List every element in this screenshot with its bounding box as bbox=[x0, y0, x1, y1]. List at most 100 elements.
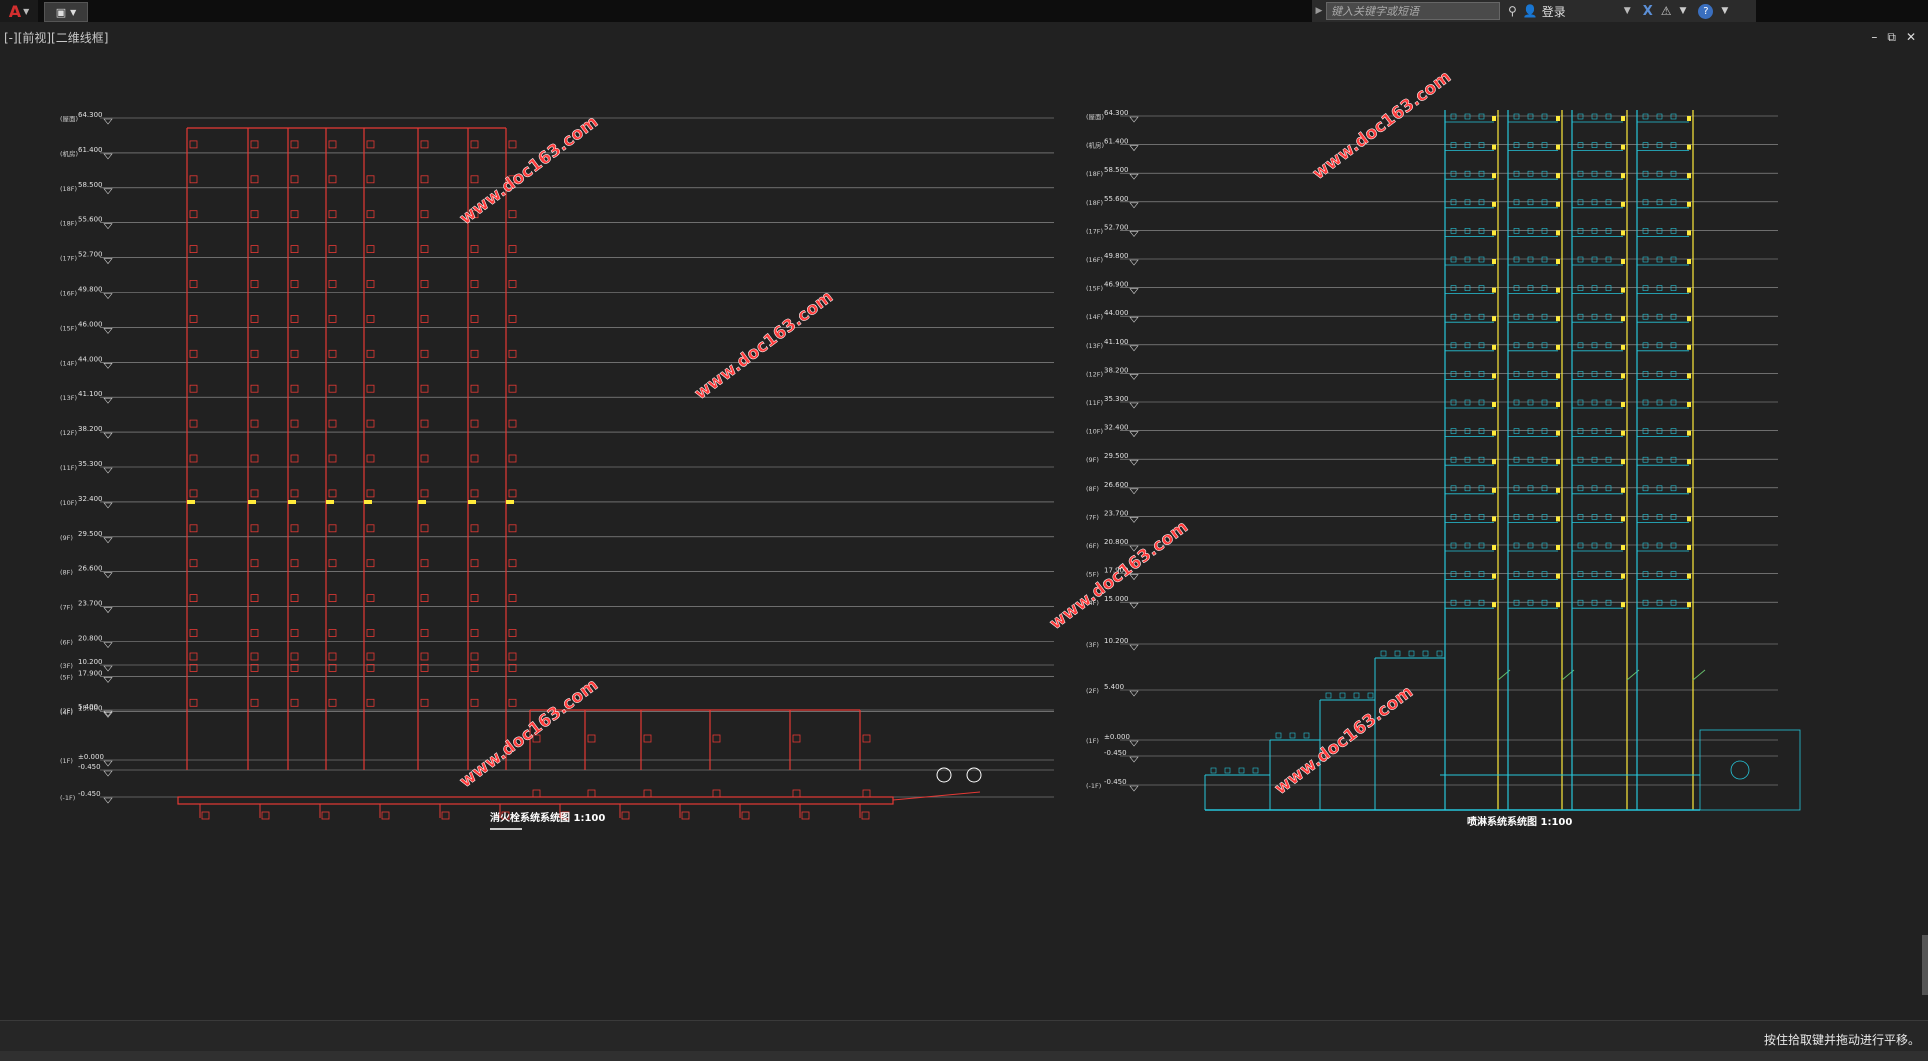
sprinkler-head-icon bbox=[1422, 650, 1429, 657]
flow-switch-icon bbox=[1621, 602, 1625, 608]
sprinkler-head-icon bbox=[1527, 313, 1534, 320]
hydrant-cabinet-icon bbox=[470, 698, 479, 707]
sprinkler-floor-label: (18F) bbox=[1086, 199, 1103, 207]
flow-switch-icon bbox=[1556, 373, 1560, 379]
sprinkler-head-icon bbox=[1478, 113, 1485, 120]
hydrant-cabinet-icon bbox=[366, 210, 375, 219]
sprinkler-head-icon bbox=[1577, 514, 1584, 520]
hydrant-level-marker bbox=[103, 467, 113, 474]
sprinkler-level-marker bbox=[1129, 785, 1139, 792]
flow-switch-icon bbox=[1556, 516, 1560, 522]
hydrant-cabinet-icon bbox=[328, 629, 337, 637]
sprinkler-head-icon bbox=[1450, 514, 1457, 520]
hydrant-cabinet-icon bbox=[366, 140, 375, 149]
sprinkler-head-icon bbox=[1642, 142, 1649, 148]
sprinkler-head-icon bbox=[1670, 571, 1677, 577]
hydrant-elevation-label: 35.300 bbox=[78, 460, 103, 468]
flow-switch-icon bbox=[1556, 602, 1560, 608]
hydrant-floor-label: (13F) bbox=[60, 394, 77, 402]
flow-switch-icon bbox=[1556, 116, 1560, 121]
sprinkler-head-icon bbox=[1394, 650, 1401, 657]
hydrant-cabinet-icon bbox=[508, 419, 517, 428]
sprinkler-level-marker bbox=[1129, 602, 1139, 609]
exchange-apps-icon[interactable]: X bbox=[1643, 4, 1653, 19]
hydrant-cabinet-icon bbox=[420, 489, 429, 498]
hydrant-elevation-label: 61.400 bbox=[78, 146, 103, 154]
status-message: 按住拾取键并拖动进行平移。 bbox=[1763, 1033, 1920, 1047]
hydrant-cabinet-icon bbox=[290, 349, 299, 358]
sprinkler-head-icon bbox=[1527, 456, 1534, 463]
search-input[interactable] bbox=[1326, 2, 1500, 20]
hydrant-level-marker bbox=[103, 760, 113, 767]
sprinkler-head-icon bbox=[1656, 170, 1663, 177]
hydrant-cabinet-icon bbox=[250, 594, 259, 602]
sprinkler-head-icon bbox=[1591, 199, 1598, 206]
hydrant-cabinet-icon bbox=[508, 140, 517, 149]
flow-switch-icon bbox=[1556, 487, 1560, 493]
hydrant-cabinet-icon bbox=[250, 652, 259, 661]
hydrant-cabinet-icon bbox=[587, 734, 596, 743]
hydrant-cabinet-icon bbox=[261, 811, 270, 820]
expand-arrow-icon[interactable]: ▶ bbox=[1312, 6, 1326, 16]
flow-switch-icon bbox=[1687, 116, 1691, 121]
hydrant-floor-label: (12F) bbox=[60, 429, 77, 437]
hydrant-cabinet-icon bbox=[420, 652, 429, 661]
sprinkler-head-icon bbox=[1642, 599, 1649, 606]
hydrant-elevation-label: 55.600 bbox=[78, 216, 103, 224]
chevron-down-icon[interactable]: ▼ bbox=[1721, 6, 1728, 16]
hydrant-inlet-pipe bbox=[892, 791, 981, 801]
hydrant-elevation-label: 46.000 bbox=[78, 320, 103, 328]
hydrant-elevation-label: 23.700 bbox=[78, 600, 103, 608]
hydrant-cabinet-icon bbox=[328, 280, 337, 288]
login-button[interactable]: 👤 登录 bbox=[1523, 3, 1566, 20]
hydrant-elevation-label: 38.200 bbox=[78, 425, 103, 433]
hydrant-cabinet-icon bbox=[801, 811, 810, 820]
chevron-down-icon[interactable]: ▼ bbox=[1624, 6, 1631, 16]
sprinkler-head-icon bbox=[1605, 514, 1612, 520]
hydrant-cabinet-icon bbox=[328, 349, 337, 358]
flow-switch-icon bbox=[1492, 487, 1496, 493]
hydrant-cabinet-icon bbox=[189, 524, 198, 533]
help-icon[interactable]: ? bbox=[1698, 3, 1714, 19]
sprinkler-head-icon bbox=[1541, 113, 1548, 120]
sprinkler-head-icon bbox=[1541, 256, 1548, 263]
sprinkler-head-icon bbox=[1577, 456, 1584, 463]
sprinkler-elevation-label: 5.400 bbox=[1104, 683, 1124, 691]
stay-connected-icon[interactable]: ⚠ bbox=[1661, 4, 1672, 18]
sprinkler-head-icon bbox=[1605, 228, 1612, 234]
sprinkler-head-icon bbox=[1478, 313, 1485, 320]
binoculars-search-icon[interactable]: ⚲ bbox=[1508, 4, 1517, 18]
sprinkler-head-icon bbox=[1210, 767, 1217, 774]
flow-switch-icon bbox=[1492, 573, 1496, 579]
application-menu-button[interactable]: A ▼ bbox=[0, 0, 38, 22]
sprinkler-head-icon bbox=[1670, 485, 1677, 492]
hydrant-cabinet-icon bbox=[290, 210, 299, 219]
hydrant-cabinet-icon bbox=[290, 280, 299, 288]
vertical-scrollbar[interactable] bbox=[1922, 935, 1928, 995]
sprinkler-head-icon bbox=[1605, 256, 1612, 263]
hydrant-cabinet-icon bbox=[290, 664, 299, 672]
sprinkler-level-marker bbox=[1129, 116, 1139, 123]
sprinkler-head-icon bbox=[1591, 313, 1598, 320]
sprinkler-head-icon bbox=[1527, 485, 1534, 492]
hydrant-floor-label: (14F) bbox=[60, 359, 77, 367]
sprinkler-level-marker bbox=[1129, 231, 1139, 237]
hydrant-cabinet-icon bbox=[366, 698, 375, 707]
hydrant-cabinet-icon bbox=[420, 664, 429, 672]
hydrant-cabinet-icon bbox=[250, 140, 259, 149]
sprinkler-head-icon bbox=[1478, 170, 1485, 177]
flow-switch-icon bbox=[1687, 459, 1691, 465]
hydrant-elevation-label: 64.300 bbox=[78, 111, 103, 119]
hydrant-cabinet-icon bbox=[508, 280, 517, 288]
hydrant-cabinet-icon bbox=[420, 314, 429, 323]
sprinkler-head-icon bbox=[1577, 542, 1584, 549]
sprinkler-head-icon bbox=[1478, 399, 1485, 406]
sprinkler-head-icon bbox=[1591, 399, 1598, 406]
chevron-down-icon[interactable]: ▼ bbox=[1679, 6, 1686, 16]
quick-access-toolbar-button[interactable]: ▣ ▼ bbox=[44, 2, 88, 22]
hydrant-cabinet-icon bbox=[290, 594, 299, 602]
sprinkler-head-icon bbox=[1541, 285, 1548, 291]
drawing-canvas[interactable]: (屋面) 64.300(机房) 61.400(18F) 58.500(18F) 55.6… bbox=[0, 40, 1928, 1020]
sprinkler-head-icon bbox=[1527, 599, 1534, 606]
sprinkler-head-icon bbox=[1408, 650, 1415, 657]
